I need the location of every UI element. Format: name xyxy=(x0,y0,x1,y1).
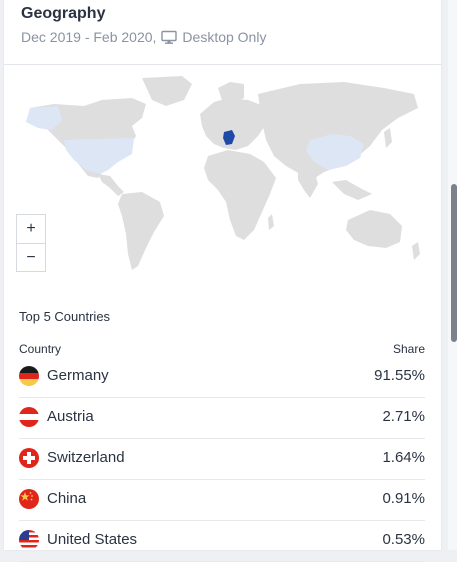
country-name: Austria xyxy=(47,408,94,425)
map-south-america xyxy=(118,192,164,270)
map-southeast-asia xyxy=(332,180,372,200)
united-states-flag-icon xyxy=(19,530,39,550)
table-row[interactable]: China 0.91% xyxy=(19,479,425,521)
table-row[interactable]: Switzerland 1.64% xyxy=(19,438,425,480)
china-flag-icon xyxy=(19,489,39,509)
world-map[interactable] xyxy=(14,70,434,280)
map-africa xyxy=(204,150,276,240)
map-japan xyxy=(384,128,392,148)
date-range: Dec 2019 - Feb 2020, xyxy=(21,29,157,45)
map-europe xyxy=(200,98,266,150)
switzerland-flag-icon xyxy=(19,448,39,468)
map-india xyxy=(298,170,318,198)
card-header: Geography Dec 2019 - Feb 2020, Desktop O… xyxy=(4,0,441,65)
table-row[interactable]: Germany 91.55% xyxy=(19,356,425,398)
map-zoom-controls: + − xyxy=(16,214,46,272)
country-name: China xyxy=(47,490,87,507)
country-share: 1.64% xyxy=(382,449,425,466)
column-header-country: Country xyxy=(19,342,62,356)
card-subtitle: Dec 2019 - Feb 2020, Desktop Only xyxy=(21,29,266,45)
germany-flag-icon xyxy=(19,366,39,386)
map-madagascar xyxy=(268,214,274,230)
map-australia xyxy=(346,210,402,248)
card-title: Geography xyxy=(21,5,106,22)
zoom-out-button[interactable]: − xyxy=(17,244,45,272)
geography-card: Geography Dec 2019 - Feb 2020, Desktop O… xyxy=(4,0,441,562)
desktop-icon xyxy=(161,30,178,45)
zoom-in-button[interactable]: + xyxy=(17,215,45,244)
country-name: Switzerland xyxy=(47,449,125,466)
map-central-america xyxy=(98,174,124,196)
scrollbar-thumb[interactable] xyxy=(451,184,457,342)
table-row[interactable]: United States 0.53% xyxy=(19,520,425,562)
country-share: 2.71% xyxy=(382,408,425,425)
map-new-zealand xyxy=(412,242,420,260)
country-share: 0.91% xyxy=(382,490,425,507)
austria-flag-icon xyxy=(19,407,39,427)
country-share: 91.55% xyxy=(374,367,425,384)
device-filter: Desktop Only xyxy=(182,29,267,45)
country-name: Germany xyxy=(47,367,109,384)
map-united-states xyxy=(64,138,134,174)
map-greenland xyxy=(142,76,192,106)
column-header-share: Share xyxy=(392,342,425,356)
section-title: Top 5 Countries xyxy=(19,309,111,324)
country-share: 0.53% xyxy=(382,531,425,548)
country-name: United States xyxy=(47,531,138,548)
table-row[interactable]: Austria 2.71% xyxy=(19,397,425,439)
